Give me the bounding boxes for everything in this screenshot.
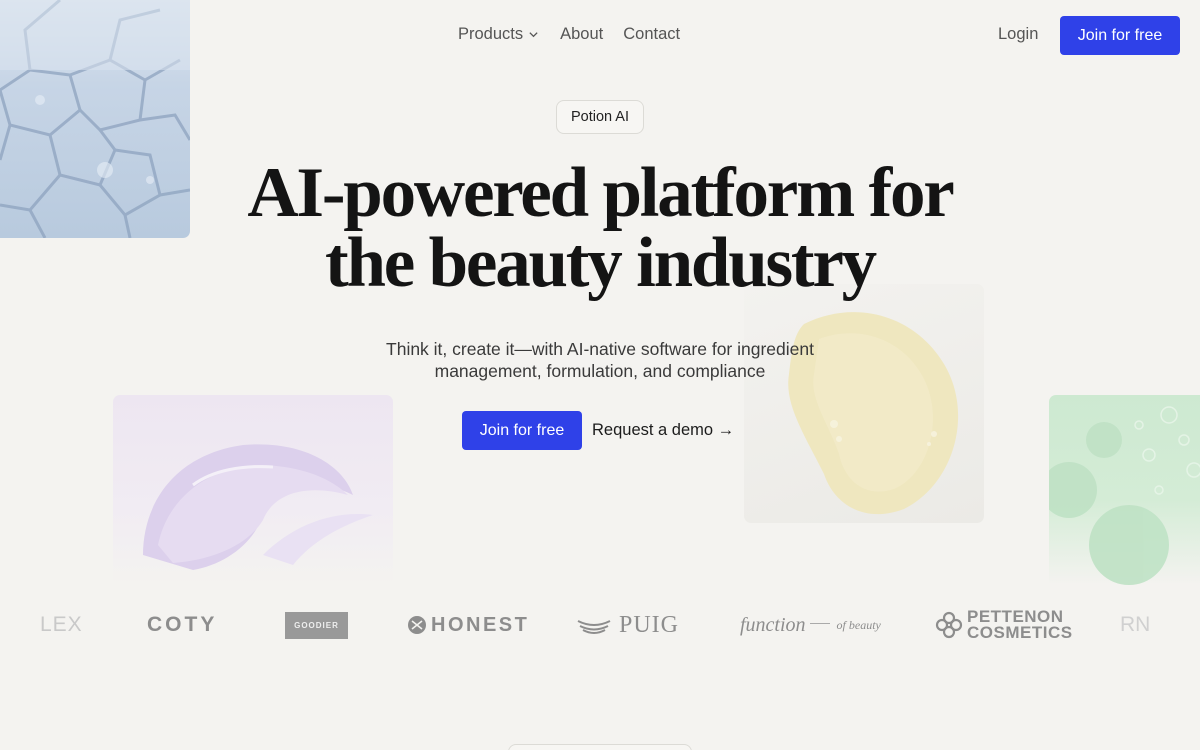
login-link[interactable]: Login <box>998 25 1038 44</box>
hero-subheading: Think it, create it—with AI-native softw… <box>386 339 814 381</box>
serum-drop-image <box>744 284 984 523</box>
function-of-beauty-logo: function of beauty <box>740 600 881 650</box>
puig-wave-icon <box>577 620 611 634</box>
hero-headline-line-2: the beauty industry <box>325 224 877 302</box>
goodier-logo-text: GOODIER <box>285 611 348 639</box>
pettenon-logo: PETTENON COSMETICS <box>935 600 1073 650</box>
puig-logo: PUIG <box>577 600 679 650</box>
function-logo-text: function <box>740 613 806 636</box>
honest-logo: HONEST <box>407 600 529 650</box>
nav-products[interactable]: Products <box>458 25 539 44</box>
puig-logo-text: PUIG <box>619 611 680 638</box>
honest-logo-text: HONEST <box>431 613 530 636</box>
nav-products-label: Products <box>458 25 524 43</box>
nav-contact[interactable]: Contact <box>623 25 680 44</box>
coty-logo: COTY <box>147 613 218 636</box>
alex-logo: LEX <box>40 613 83 636</box>
product-badge: Potion AI <box>556 100 644 134</box>
cream-swatch-image <box>113 395 393 585</box>
goodier-logo: GOODIER <box>285 600 348 650</box>
main-nav: Products About Contact <box>458 25 680 44</box>
hero-join-button[interactable]: Join for free <box>462 411 582 450</box>
pettenon-logo-line-2: COSMETICS <box>967 623 1073 642</box>
honest-mark-icon <box>408 616 426 634</box>
green-gel-image <box>1049 395 1200 585</box>
hero-headline: AI-powered platform for the beauty indus… <box>200 158 1000 299</box>
cell-texture-image <box>0 0 190 238</box>
customer-logo-strip: LEX COTY GOODIER HONEST PUIG function of… <box>0 600 1200 650</box>
bottom-section-tab <box>508 744 692 750</box>
hero-headline-line-1: AI-powered platform for <box>247 154 954 232</box>
nav-about[interactable]: About <box>560 25 603 44</box>
chevron-down-icon <box>529 32 538 38</box>
request-demo-link[interactable]: Request a demo → <box>592 421 734 440</box>
nav-join-button[interactable]: Join for free <box>1060 16 1180 55</box>
function-logo-suffix: of beauty <box>836 617 881 632</box>
rn-logo: RN <box>1120 613 1151 636</box>
pettenon-mark-icon <box>935 611 963 639</box>
